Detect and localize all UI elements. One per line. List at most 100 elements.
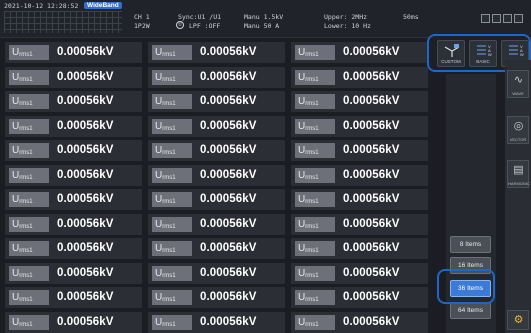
measurement-cell[interactable]: Urms1 0.00056kV bbox=[148, 164, 285, 186]
wave-view-button[interactable]: ∿ WAVE bbox=[507, 70, 529, 98]
measurement-cell[interactable]: Urms1 0.00056kV bbox=[148, 66, 285, 88]
parameter-label[interactable]: Urms1 bbox=[295, 94, 335, 109]
parameter-label[interactable]: Urms1 bbox=[9, 241, 49, 256]
measurement-cell[interactable]: Urms1 0.00056kV bbox=[5, 66, 142, 88]
parameter-label[interactable]: Urms1 bbox=[295, 241, 335, 256]
parameter-label[interactable]: Urms1 bbox=[295, 118, 335, 134]
measurement-cell[interactable]: Urms1 0.00056kV bbox=[291, 262, 428, 284]
item-count-option[interactable]: 8 Items bbox=[450, 236, 491, 253]
parameter-label[interactable]: Urms1 bbox=[152, 118, 192, 134]
parameter-label[interactable]: Urms1 bbox=[152, 192, 192, 207]
parameter-label[interactable]: Urms1 bbox=[295, 143, 335, 158]
measurement-cell[interactable]: Urms1 0.00056kV bbox=[148, 42, 285, 63]
parameter-label[interactable]: Urms1 bbox=[152, 69, 192, 85]
vector-icon: ◎ bbox=[513, 120, 524, 132]
measurement-cell[interactable]: Urms1 0.00056kV bbox=[291, 213, 428, 235]
settings-button[interactable]: ⚙ bbox=[507, 310, 529, 330]
parameter-label[interactable]: Urms1 bbox=[295, 69, 335, 85]
parameter-label[interactable]: Urms1 bbox=[9, 69, 49, 85]
parameter-label[interactable]: Urms1 bbox=[9, 192, 49, 207]
measurement-value: 0.00056kV bbox=[200, 242, 257, 254]
parameter-label[interactable]: Urms1 bbox=[152, 241, 192, 256]
measurement-cell[interactable]: Urms1 0.00056kV bbox=[291, 189, 428, 210]
measurement-row: Urms1 0.00056kV Urms1 0.00056kV Urms1 0.00056… bbox=[5, 238, 437, 259]
parameter-label[interactable]: Urms1 bbox=[9, 290, 49, 305]
parameter-label[interactable]: Urms1 bbox=[152, 45, 192, 60]
parameter-subscript: rms1 bbox=[162, 125, 176, 132]
measurement-cell[interactable]: Urms1 0.00056kV bbox=[5, 213, 142, 235]
vector-view-button[interactable]: ◎ VECTOR bbox=[507, 116, 529, 144]
custom-view-button[interactable]: CUSTOM bbox=[437, 40, 465, 67]
measurement-row: Urms1 0.00056kV Urms1 0.00056kV Urms1 0.00056… bbox=[5, 140, 437, 161]
measurement-cell[interactable]: Urms1 0.00056kV bbox=[148, 115, 285, 137]
parameter-label[interactable]: Urms1 bbox=[9, 167, 49, 183]
parameter-label[interactable]: Urms1 bbox=[152, 216, 192, 232]
measurement-value: 0.00056kV bbox=[343, 46, 400, 58]
measurement-cell[interactable]: Urms1 0.00056kV bbox=[148, 238, 285, 259]
basic-view-button[interactable]: V A W BASIC bbox=[469, 40, 497, 67]
measurement-cell[interactable]: Urms1 0.00056kV bbox=[148, 311, 285, 333]
measurement-cell[interactable]: Urms1 0.00056kV bbox=[5, 311, 142, 333]
measurement-cell[interactable]: Urms1 0.00056kV bbox=[5, 164, 142, 186]
measurement-cell[interactable]: Urms1 0.00056kV bbox=[5, 140, 142, 161]
parameter-label[interactable]: Urms1 bbox=[9, 265, 49, 281]
parameter-label[interactable]: Urms1 bbox=[152, 290, 192, 305]
measurement-cell[interactable]: Urms1 0.00056kV bbox=[291, 287, 428, 308]
parameter-label[interactable]: Urms1 bbox=[9, 45, 49, 60]
measurement-cell[interactable]: Urms1 0.00056kV bbox=[291, 311, 428, 333]
parameter-label[interactable]: Urms1 bbox=[295, 45, 335, 60]
parameter-label[interactable]: Urms1 bbox=[152, 265, 192, 281]
parameter-label[interactable]: Urms1 bbox=[295, 290, 335, 305]
parameter-label[interactable]: Urms1 bbox=[9, 118, 49, 134]
measurement-cell[interactable]: Urms1 0.00056kV bbox=[148, 91, 285, 112]
measurement-cell[interactable]: Urms1 0.00056kV bbox=[291, 115, 428, 137]
parameter-label[interactable]: Urms1 bbox=[152, 167, 192, 183]
parameter-label[interactable]: Urms1 bbox=[152, 314, 192, 330]
measurement-row: Urms1 0.00056kV Urms1 0.00056kV Urms1 0.00056… bbox=[5, 262, 437, 284]
parameter-subscript: rms1 bbox=[305, 125, 319, 132]
measurement-cell[interactable]: Urms1 0.00056kV bbox=[291, 164, 428, 186]
measurement-cell[interactable]: Urms1 0.00056kV bbox=[148, 213, 285, 235]
measurement-cell[interactable]: Urms1 0.00056kV bbox=[291, 238, 428, 259]
harmonic-view-button[interactable]: ▤ HARMONIC bbox=[507, 160, 530, 188]
parameter-label[interactable]: Urms1 bbox=[152, 94, 192, 109]
measurement-cell[interactable]: Urms1 0.00056kV bbox=[5, 287, 142, 308]
measurement-cell[interactable]: Urms1 0.00056kV bbox=[5, 91, 142, 112]
measurement-cell[interactable]: Urms1 0.00056kV bbox=[291, 42, 428, 63]
basic-icon: V A W bbox=[477, 44, 492, 57]
parameter-label[interactable]: Urms1 bbox=[295, 265, 335, 281]
measurement-cell[interactable]: Urms1 0.00056kV bbox=[148, 287, 285, 308]
measurement-cell[interactable]: Urms1 0.00056kV bbox=[148, 262, 285, 284]
parameter-subscript: rms1 bbox=[19, 297, 33, 303]
parameter-label[interactable]: Urms1 bbox=[152, 143, 192, 158]
measurement-cell[interactable]: Urms1 0.00056kV bbox=[5, 42, 142, 63]
measurement-value: 0.00056kV bbox=[343, 193, 400, 205]
measurement-row: Urms1 0.00056kV Urms1 0.00056kV Urms1 0.00056… bbox=[5, 115, 437, 137]
measurement-cell[interactable]: Urms1 0.00056kV bbox=[5, 189, 142, 210]
parameter-subscript: rms1 bbox=[305, 52, 319, 58]
measurement-value: 0.00056kV bbox=[343, 315, 400, 328]
parameter-label[interactable]: Urms1 bbox=[9, 314, 49, 330]
measurement-cell[interactable]: Urms1 0.00056kV bbox=[148, 140, 285, 161]
item-count-option[interactable]: 64 Items bbox=[450, 302, 491, 319]
measurement-cell[interactable]: Urms1 0.00056kV bbox=[5, 262, 142, 284]
parameter-label[interactable]: Urms1 bbox=[295, 216, 335, 232]
measurement-cell[interactable]: Urms1 0.00056kV bbox=[291, 66, 428, 88]
parameter-label[interactable]: Urms1 bbox=[9, 216, 49, 232]
sync-source: Sync:U1 /U1 bbox=[178, 13, 222, 21]
measurement-cell[interactable]: Urms1 0.00056kV bbox=[148, 189, 285, 210]
measurement-cell[interactable]: Urms1 0.00056kV bbox=[5, 115, 142, 137]
parameter-label[interactable]: Urms1 bbox=[295, 314, 335, 330]
measurement-value: 0.00056kV bbox=[200, 217, 257, 230]
parameter-label[interactable]: Urms1 bbox=[9, 94, 49, 109]
parameter-subscript: rms1 bbox=[19, 199, 33, 205]
measurement-cell[interactable]: Urms1 0.00056kV bbox=[291, 140, 428, 161]
parameter-subscript: rms1 bbox=[305, 223, 319, 230]
parameter-label[interactable]: Urms1 bbox=[295, 167, 335, 183]
measurement-value: 0.00056kV bbox=[343, 70, 400, 83]
measurement-cell[interactable]: Urms1 0.00056kV bbox=[5, 238, 142, 259]
parameter-subscript: rms1 bbox=[305, 174, 319, 181]
parameter-label[interactable]: Urms1 bbox=[295, 192, 335, 207]
parameter-label[interactable]: Urms1 bbox=[9, 143, 49, 158]
measurement-cell[interactable]: Urms1 0.00056kV bbox=[291, 91, 428, 112]
